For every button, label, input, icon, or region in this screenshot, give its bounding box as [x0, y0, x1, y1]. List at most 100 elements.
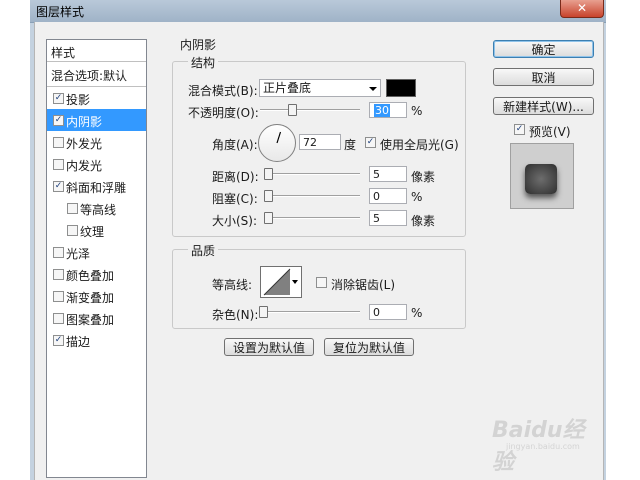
- distance-label: 距离(D):: [212, 170, 259, 184]
- structure-title: 结构: [188, 54, 219, 71]
- style-item-10[interactable]: 渐变叠加: [47, 285, 146, 307]
- style-item-label: 颜色叠加: [66, 269, 115, 283]
- check-icon: ✓: [54, 181, 63, 191]
- opacity-unit: %: [411, 104, 423, 118]
- angle-dial-icon[interactable]: [258, 124, 296, 162]
- style-item-6[interactable]: 等高线: [47, 197, 146, 219]
- style-item-checkbox[interactable]: ✓: [53, 335, 64, 346]
- opacity-slider-track[interactable]: [260, 109, 360, 111]
- style-item-9[interactable]: 颜色叠加: [47, 263, 146, 285]
- style-item-label: 内阴影: [66, 115, 103, 129]
- new-style-button[interactable]: 新建样式(W)...: [493, 97, 594, 115]
- preview-checkbox[interactable]: ✓: [514, 124, 525, 135]
- opacity-label: 不透明度(O):: [188, 106, 259, 120]
- style-item-checkbox[interactable]: [53, 137, 64, 148]
- style-item-12[interactable]: ✓ 描边: [47, 329, 146, 351]
- choke-label: 阻塞(C):: [212, 192, 258, 206]
- style-item-3[interactable]: 外发光: [47, 131, 146, 153]
- blend-mode-select[interactable]: 正片叠底: [259, 79, 381, 97]
- opacity-slider-handle[interactable]: [288, 104, 297, 116]
- cancel-button[interactable]: 取消: [493, 68, 594, 86]
- close-button[interactable]: ✕: [560, 0, 604, 18]
- style-item-7[interactable]: 纹理: [47, 219, 146, 241]
- style-list: 样式 混合选项:默认 ✓ 投影 ✓ 内阴影 外发光 内发光 ✓ 斜面和浮雕 等高线 纹理 光泽 颜色叠…: [46, 39, 147, 478]
- size-slider-track[interactable]: [265, 217, 360, 219]
- size-unit: 像素: [411, 214, 436, 228]
- title-bar[interactable]: 图层样式 ✕: [30, 0, 606, 23]
- check-icon: ✓: [54, 115, 63, 125]
- style-item-4[interactable]: 内发光: [47, 153, 146, 175]
- angle-unit: 度: [344, 138, 357, 152]
- global-light-checkbox[interactable]: ✓: [365, 137, 376, 148]
- preview-thumbnail: [510, 143, 574, 209]
- size-slider-handle[interactable]: [264, 212, 273, 224]
- watermark: Baidu经验 jingyan.baidu.com: [492, 412, 604, 475]
- preview-label: 预览(V): [529, 125, 571, 139]
- opacity-input[interactable]: 30: [369, 102, 407, 118]
- antialias-checkbox[interactable]: [316, 277, 327, 288]
- style-item-label: 内发光: [66, 159, 103, 173]
- choke-slider-handle[interactable]: [264, 190, 273, 202]
- ok-button[interactable]: 确定: [493, 40, 594, 58]
- style-item-2[interactable]: ✓ 内阴影: [47, 109, 146, 131]
- check-icon: ✓: [54, 335, 63, 345]
- distance-slider-handle[interactable]: [264, 168, 273, 180]
- style-item-8[interactable]: 光泽: [47, 241, 146, 263]
- choke-slider-track[interactable]: [265, 195, 360, 197]
- chevron-down-icon: [292, 280, 298, 284]
- watermark-subtext: jingyan.baidu.com: [506, 442, 580, 451]
- blend-options-item[interactable]: 混合选项:默认: [47, 62, 146, 87]
- noise-input[interactable]: 0: [369, 304, 407, 320]
- preview-swatch: [525, 164, 557, 194]
- distance-slider-track[interactable]: [265, 173, 360, 175]
- style-item-checkbox[interactable]: [53, 247, 64, 258]
- contour-label: 等高线:: [212, 278, 253, 292]
- style-item-label: 外发光: [66, 137, 103, 151]
- distance-unit: 像素: [411, 170, 436, 184]
- panel-title: 内阴影: [180, 38, 217, 52]
- size-label: 大小(S):: [212, 214, 258, 228]
- size-input[interactable]: 5: [369, 210, 407, 226]
- shadow-color-swatch[interactable]: [386, 79, 416, 97]
- reset-default-button[interactable]: 复位为默认值: [324, 338, 414, 356]
- check-icon: ✓: [54, 93, 63, 103]
- angle-input[interactable]: 72: [299, 134, 341, 150]
- style-item-label: 斜面和浮雕: [66, 181, 127, 195]
- angle-label: 角度(A):: [212, 138, 258, 152]
- style-item-checkbox[interactable]: [53, 159, 64, 170]
- style-item-label: 图案叠加: [66, 313, 115, 327]
- style-item-checkbox[interactable]: ✓: [53, 115, 64, 126]
- style-item-label: 渐变叠加: [66, 291, 115, 305]
- distance-input[interactable]: 5: [369, 166, 407, 182]
- style-item-1[interactable]: ✓ 投影: [47, 87, 146, 109]
- noise-label: 杂色(N):: [212, 308, 259, 322]
- style-item-label: 等高线: [80, 203, 117, 217]
- antialias-label: 消除锯齿(L): [331, 278, 396, 292]
- choke-unit: %: [411, 190, 423, 204]
- style-item-checkbox[interactable]: [53, 313, 64, 324]
- style-item-checkbox[interactable]: ✓: [53, 181, 64, 192]
- noise-unit: %: [411, 306, 423, 320]
- close-icon: ✕: [576, 1, 588, 15]
- choke-input[interactable]: 0: [369, 188, 407, 204]
- style-item-checkbox[interactable]: [67, 203, 78, 214]
- style-item-label: 投影: [66, 93, 91, 107]
- style-item-5[interactable]: ✓ 斜面和浮雕: [47, 175, 146, 197]
- set-default-button[interactable]: 设置为默认值: [224, 338, 314, 356]
- check-icon: ✓: [366, 137, 375, 147]
- style-item-checkbox[interactable]: ✓: [53, 93, 64, 104]
- contour-picker[interactable]: [260, 266, 302, 298]
- style-item-checkbox[interactable]: [53, 291, 64, 302]
- global-light-label: 使用全局光(G): [380, 138, 459, 152]
- noise-slider-handle[interactable]: [259, 306, 268, 318]
- style-item-11[interactable]: 图案叠加: [47, 307, 146, 329]
- style-item-label: 纹理: [80, 225, 105, 239]
- chevron-down-icon: [369, 87, 377, 91]
- style-list-header: 样式: [47, 40, 146, 62]
- quality-title: 品质: [188, 242, 219, 259]
- check-icon: ✓: [515, 124, 524, 134]
- style-item-checkbox[interactable]: [67, 225, 78, 236]
- noise-slider-track[interactable]: [262, 311, 360, 313]
- contour-curve-icon: [263, 268, 291, 296]
- style-item-checkbox[interactable]: [53, 269, 64, 280]
